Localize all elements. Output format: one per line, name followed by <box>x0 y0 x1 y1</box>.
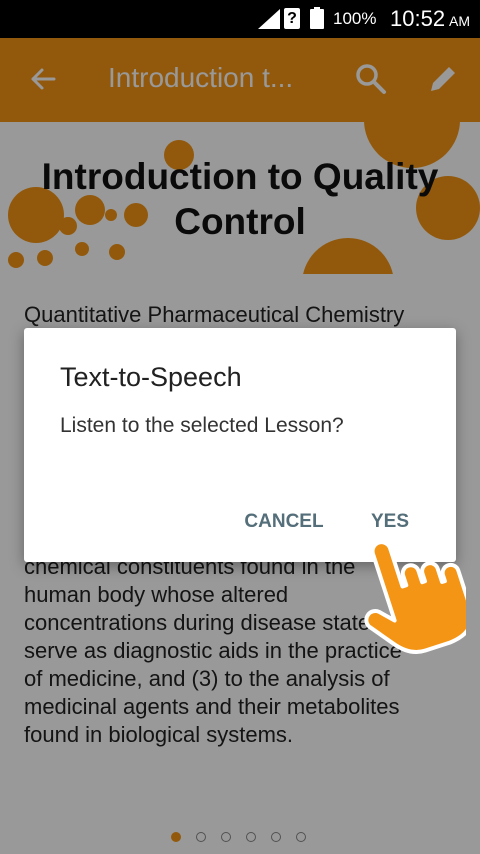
battery-icon <box>310 7 324 29</box>
dialog-message: Listen to the selected Lesson? <box>60 414 344 437</box>
no-sim-icon: ? <box>284 8 300 29</box>
cancel-button[interactable]: CANCEL <box>232 504 336 540</box>
battery-percent: 100% <box>333 9 377 28</box>
dialog-title: Text-to-Speech <box>60 362 242 392</box>
clock-time: 10:52 <box>390 6 446 31</box>
clock-ampm: AM <box>449 13 470 29</box>
hand-pointer-icon <box>364 540 466 654</box>
signal-icon <box>258 9 280 29</box>
status-bar: ? 100% 10:52 AM <box>0 0 480 38</box>
